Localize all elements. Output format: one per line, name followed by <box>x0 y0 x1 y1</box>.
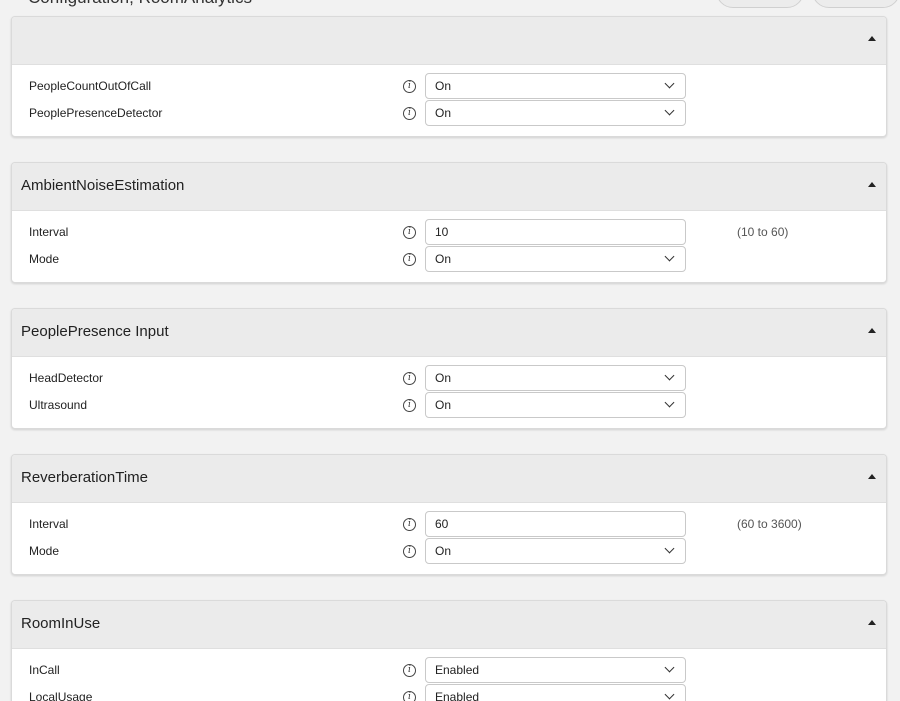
section-card: ReverberationTime Interval i 60 (60 to 3… <box>11 454 887 575</box>
setting-select[interactable]: Enabled <box>425 684 686 701</box>
setting-label: Mode <box>29 544 60 558</box>
input-value: 60 <box>435 517 449 531</box>
setting-row: Interval i 60 (60 to 3600) <box>12 511 886 537</box>
setting-row: Mode i On <box>12 538 886 564</box>
section-card: PeopleCountOutOfCall i On PeoplePresence… <box>11 16 887 137</box>
setting-text-input[interactable]: 60 <box>425 511 686 537</box>
chevron-down-icon <box>664 370 675 381</box>
chevron-down-icon <box>664 251 675 262</box>
section-card: RoomInUse InCall i Enabled LocalUsage i … <box>11 600 887 701</box>
setting-row: InCall i Enabled <box>12 657 886 683</box>
section-header[interactable] <box>12 17 886 65</box>
section-header[interactable]: PeoplePresence Input <box>12 309 886 357</box>
collapse-icon[interactable] <box>868 474 876 479</box>
select-value: On <box>435 79 452 93</box>
setting-label: Interval <box>29 517 69 531</box>
setting-row: Mode i On <box>12 246 886 272</box>
setting-row: Ultrasound i On <box>12 392 886 418</box>
section-title: PeoplePresence Input <box>21 323 169 340</box>
chevron-down-icon <box>664 662 675 673</box>
select-value: Enabled <box>435 663 480 677</box>
select-value: On <box>435 252 452 266</box>
section-title: AmbientNoiseEstimation <box>21 177 185 194</box>
select-value: Enabled <box>435 690 480 701</box>
setting-label: Ultrasound <box>29 398 88 412</box>
info-icon[interactable]: i <box>403 664 416 677</box>
info-icon[interactable]: i <box>403 399 416 412</box>
section-title: ReverberationTime <box>21 469 148 486</box>
collapse-icon[interactable] <box>868 620 876 625</box>
select-value: On <box>435 398 452 412</box>
setting-row: PeoplePresenceDetector i On <box>12 100 886 126</box>
info-icon[interactable]: i <box>403 226 416 239</box>
chevron-down-icon <box>664 543 675 554</box>
info-icon[interactable]: i <box>403 253 416 266</box>
setting-select[interactable]: On <box>425 538 686 564</box>
info-icon[interactable]: i <box>403 518 416 531</box>
section-header[interactable]: RoomInUse <box>12 601 886 649</box>
setting-row: PeopleCountOutOfCall i On <box>12 73 886 99</box>
chevron-down-icon <box>664 689 675 700</box>
page-title: Configuration, RoomAnalytics <box>28 0 252 8</box>
setting-text-input[interactable]: 10 <box>425 219 686 245</box>
save-button[interactable] <box>812 0 900 8</box>
section-card: AmbientNoiseEstimation Interval i 10 (10… <box>11 162 887 283</box>
setting-row: Interval i 10 (10 to 60) <box>12 219 886 245</box>
section-card: PeoplePresence Input HeadDetector i On U… <box>11 308 887 429</box>
setting-label: Interval <box>29 225 69 239</box>
top-bar: Configuration, RoomAnalytics <box>0 0 900 8</box>
range-hint: (60 to 3600) <box>737 517 802 531</box>
setting-select[interactable]: On <box>425 100 686 126</box>
setting-row: LocalUsage i Enabled <box>12 684 886 701</box>
setting-label: LocalUsage <box>29 690 93 701</box>
select-value: On <box>435 371 452 385</box>
setting-label: PeoplePresenceDetector <box>29 106 163 120</box>
setting-label: HeadDetector <box>29 371 104 385</box>
info-icon[interactable]: i <box>403 545 416 558</box>
setting-select[interactable]: On <box>425 246 686 272</box>
setting-label: Mode <box>29 252 60 266</box>
setting-select[interactable]: Enabled <box>425 657 686 683</box>
input-value: 10 <box>435 225 449 239</box>
setting-select[interactable]: On <box>425 365 686 391</box>
setting-row: HeadDetector i On <box>12 365 886 391</box>
collapse-icon[interactable] <box>868 36 876 41</box>
info-icon[interactable]: i <box>403 80 416 93</box>
range-hint: (10 to 60) <box>737 225 789 239</box>
undo-button[interactable] <box>716 0 804 8</box>
info-icon[interactable]: i <box>403 372 416 385</box>
section-title: RoomInUse <box>21 615 101 632</box>
setting-label: InCall <box>29 663 60 677</box>
select-value: On <box>435 544 452 558</box>
setting-select[interactable]: On <box>425 73 686 99</box>
chevron-down-icon <box>664 397 675 408</box>
chevron-down-icon <box>664 105 675 116</box>
info-icon[interactable]: i <box>403 107 416 120</box>
select-value: On <box>435 106 452 120</box>
setting-select[interactable]: On <box>425 392 686 418</box>
section-header[interactable]: AmbientNoiseEstimation <box>12 163 886 211</box>
collapse-icon[interactable] <box>868 182 876 187</box>
setting-label: PeopleCountOutOfCall <box>29 79 152 93</box>
section-header[interactable]: ReverberationTime <box>12 455 886 503</box>
chevron-down-icon <box>664 78 675 89</box>
collapse-icon[interactable] <box>868 328 876 333</box>
